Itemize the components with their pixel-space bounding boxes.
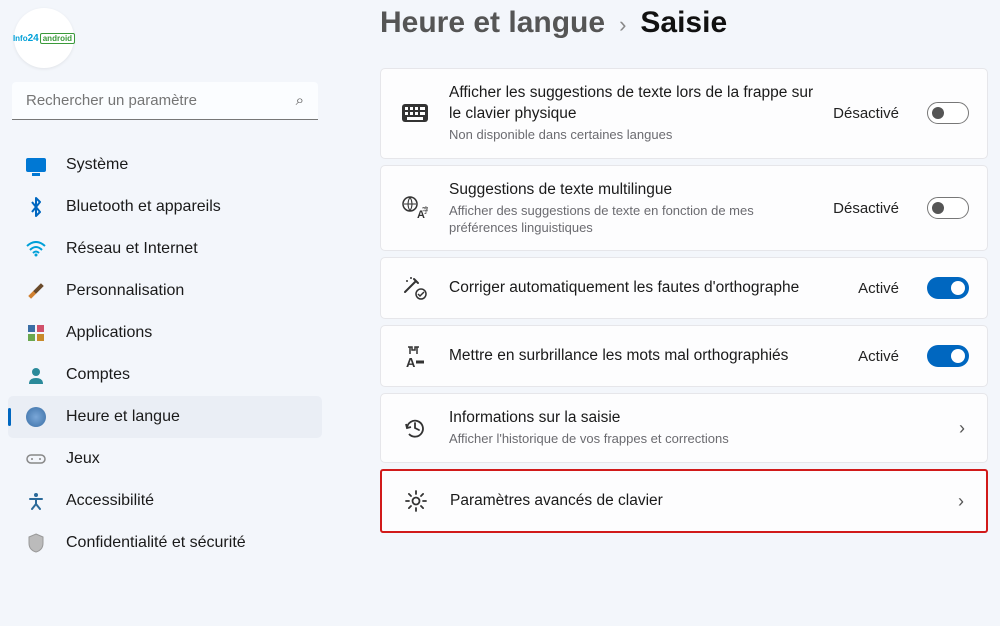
setting-autocorrect[interactable]: Corriger automatiquement les fautes d'or…: [380, 257, 988, 319]
toggle-state-label: Activé: [858, 280, 899, 297]
sidebar-item-privacy[interactable]: Confidentialité et sécurité: [8, 522, 322, 564]
setting-text-suggestions-physical[interactable]: Afficher les suggestions de texte lors d…: [380, 68, 988, 159]
sidebar-item-label: Personnalisation: [66, 282, 184, 300]
wand-check-icon: [399, 272, 431, 304]
setting-advanced-keyboard[interactable]: Paramètres avancés de clavier ›: [380, 469, 988, 533]
shield-icon: [24, 531, 48, 555]
setting-subtitle: Non disponible dans certaines langues: [449, 127, 815, 144]
sidebar-item-bluetooth[interactable]: Bluetooth et appareils: [8, 186, 322, 228]
toggle-switch[interactable]: [927, 345, 969, 367]
sidebar-item-label: Réseau et Internet: [66, 240, 198, 258]
sidebar-item-accessibility[interactable]: Accessibilité: [8, 480, 322, 522]
setting-title: Afficher les suggestions de texte lors d…: [449, 83, 815, 125]
chevron-right-icon: ›: [619, 12, 626, 38]
sidebar-item-accounts[interactable]: Comptes: [8, 354, 322, 396]
setting-title: Corriger automatiquement les fautes d'or…: [449, 278, 840, 299]
chevron-right-icon: ›: [955, 418, 969, 439]
sidebar-item-label: Accessibilité: [66, 492, 154, 510]
keyboard-icon: [399, 97, 431, 129]
sidebar-item-label: Système: [66, 156, 128, 174]
toggle-state-label: Activé: [858, 348, 899, 365]
avatar-brand-part2: android: [40, 33, 75, 44]
sidebar-item-apps[interactable]: Applications: [8, 312, 322, 354]
sidebar-item-network[interactable]: Réseau et Internet: [8, 228, 322, 270]
setting-title: Informations sur la saisie: [449, 408, 937, 429]
highlight-text-icon: A: [399, 340, 431, 372]
avatar-brand-part1: Info: [13, 34, 28, 43]
sidebar-item-label: Applications: [66, 324, 152, 342]
setting-highlight-misspelled[interactable]: A Mettre en surbrillance les mots mal or…: [380, 325, 988, 387]
toggle-switch[interactable]: [927, 277, 969, 299]
sidebar-item-label: Confidentialité et sécurité: [66, 534, 246, 552]
globe-icon: [24, 405, 48, 429]
setting-title: Paramètres avancés de clavier: [450, 491, 936, 512]
sidebar-item-system[interactable]: Système: [8, 144, 322, 186]
setting-title: Suggestions de texte multilingue: [449, 180, 815, 201]
toggle-state-label: Désactivé: [833, 200, 899, 217]
sidebar-item-label: Bluetooth et appareils: [66, 198, 221, 216]
chevron-right-icon: ›: [954, 491, 968, 512]
setting-subtitle: Afficher des suggestions de texte en fon…: [449, 203, 815, 237]
toggle-state-label: Désactivé: [833, 105, 899, 122]
sidebar-item-personalization[interactable]: Personnalisation: [8, 270, 322, 312]
accessibility-icon: [24, 489, 48, 513]
sidebar-item-time-language[interactable]: Heure et langue: [8, 396, 322, 438]
breadcrumb-parent[interactable]: Heure et langue: [380, 6, 605, 40]
monitor-icon: [24, 153, 48, 177]
brush-icon: [24, 279, 48, 303]
sidebar-item-label: Heure et langue: [66, 408, 180, 426]
user-icon: [24, 363, 48, 387]
svg-text:A: A: [406, 355, 416, 368]
setting-subtitle: Afficher l'historique de vos frappes et …: [449, 431, 937, 448]
gear-icon: [400, 485, 432, 517]
gamepad-icon: [24, 447, 48, 471]
history-icon: [399, 412, 431, 444]
page-title: Saisie: [640, 6, 727, 40]
setting-multilingual-suggestions[interactable]: A字 Suggestions de texte multilingue Affi…: [380, 165, 988, 252]
bluetooth-icon: [24, 195, 48, 219]
sidebar-item-label: Comptes: [66, 366, 130, 384]
wifi-icon: [24, 237, 48, 261]
toggle-switch[interactable]: [927, 102, 969, 124]
toggle-switch[interactable]: [927, 197, 969, 219]
translate-icon: A字: [399, 192, 431, 224]
search-icon: ⌕: [296, 92, 304, 109]
search-input[interactable]: [12, 82, 318, 120]
breadcrumb: Heure et langue › Saisie: [380, 6, 988, 40]
sidebar-item-label: Jeux: [66, 450, 100, 468]
avatar[interactable]: Info24android: [14, 8, 74, 68]
setting-title: Mettre en surbrillance les mots mal orth…: [449, 346, 840, 367]
apps-icon: [24, 321, 48, 345]
setting-typing-insights[interactable]: Informations sur la saisie Afficher l'hi…: [380, 393, 988, 463]
svg-text:字: 字: [422, 205, 428, 215]
sidebar-item-gaming[interactable]: Jeux: [8, 438, 322, 480]
